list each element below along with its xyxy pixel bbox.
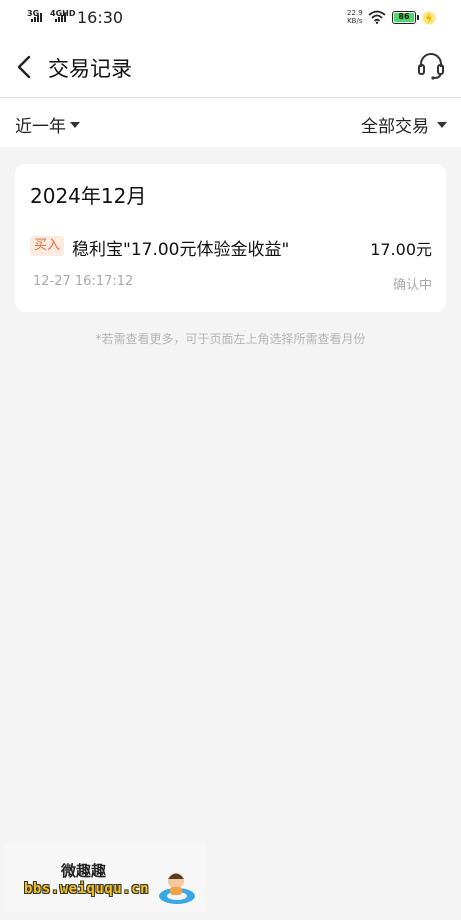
watermark: 微趣趣 bbs.weiququ.cn xyxy=(4,842,206,912)
network-speed: 22.9 KB/s xyxy=(347,9,363,25)
clock: 16:30 xyxy=(77,8,124,27)
signal-icon xyxy=(55,12,66,22)
watermark-title: 微趣趣 xyxy=(61,862,107,880)
transaction-name: 稳利宝"17.00元体验金收益" xyxy=(72,240,290,260)
battery-icon: 86 xyxy=(392,11,419,24)
mascot-icon xyxy=(159,873,195,904)
transaction-card: 2024年12月 买入 稳利宝"17.00元体验金收益" 17.00元 12-2… xyxy=(15,164,446,312)
page-title: 交易记录 xyxy=(48,57,132,81)
period-filter-label: 近一年 xyxy=(15,117,66,137)
caret-down-icon xyxy=(437,121,447,128)
hint-text: *若需查看更多，可于页面左上角选择所需查看月份 xyxy=(95,332,366,346)
period-filter[interactable]: 近一年 xyxy=(15,112,80,137)
transaction-row[interactable]: 买入 稳利宝"17.00元体验金收益" 17.00元 xyxy=(30,235,432,260)
transaction-status: 确认中 xyxy=(392,278,432,293)
status-bar: 3G 4GHD 16:30 22.9 KB/s 86 xyxy=(0,0,461,36)
watermark-url: bbs.weiququ.cn xyxy=(24,881,150,897)
transaction-amount: 17.00元 xyxy=(370,240,432,259)
type-filter-label: 全部交易 xyxy=(361,117,429,137)
month-header: 2024年12月 xyxy=(30,184,147,208)
headset-icon[interactable] xyxy=(416,51,446,81)
transaction-time: 12-27 16:17:12 xyxy=(33,274,134,289)
caret-down-icon xyxy=(70,121,80,128)
type-filter[interactable]: 全部交易 xyxy=(361,112,447,137)
signal-icon xyxy=(31,12,42,22)
transaction-type-tag: 买入 xyxy=(30,236,65,256)
charging-icon xyxy=(422,11,436,25)
back-button[interactable] xyxy=(12,53,38,81)
filter-bar: 近一年 全部交易 xyxy=(0,98,461,147)
navigation-bar: 交易记录 xyxy=(0,36,461,98)
wifi-icon xyxy=(368,10,386,24)
battery-level: 86 xyxy=(394,13,414,22)
